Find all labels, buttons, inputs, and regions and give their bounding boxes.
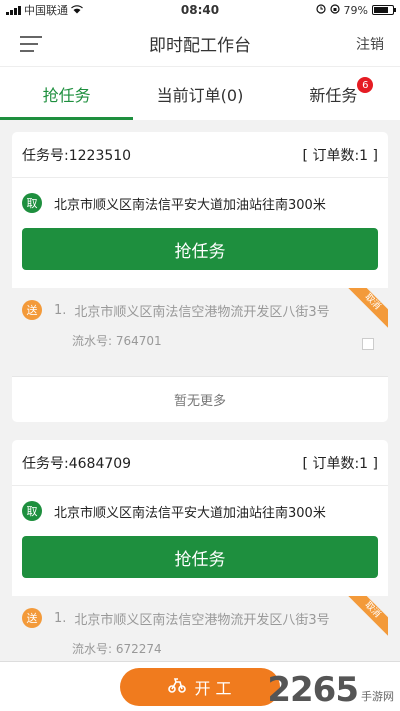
tab-grab-task[interactable]: 抢任务 bbox=[0, 67, 134, 120]
pickup-address: 北京市顺义区南法信平安大道加油站往南300米 bbox=[54, 197, 326, 213]
site-watermark: 2265 手游网 bbox=[267, 673, 394, 707]
watermark-brand: 2265 bbox=[267, 670, 359, 710]
pickup-address: 北京市顺义区南法信平安大道加油站往南300米 bbox=[54, 505, 326, 521]
app-header: 即时配工作台 注销 bbox=[0, 20, 400, 66]
battery-percent: 79% bbox=[343, 3, 368, 17]
no-more-label: 暂无更多 bbox=[12, 376, 388, 422]
tab-bar: 抢任务 当前订单(0) 新任务 6 bbox=[0, 66, 400, 120]
alarm-icon bbox=[315, 3, 326, 17]
page-title: 即时配工作台 bbox=[149, 35, 251, 56]
pickup-row: 取 北京市顺义区南法信平安大道加油站往南300米 bbox=[12, 178, 388, 228]
delivery-checkbox[interactable] bbox=[362, 338, 374, 350]
task-number: 任务号:4684709 bbox=[22, 455, 132, 472]
logout-button[interactable]: 注销 bbox=[356, 34, 384, 54]
tab-new-tasks[interactable]: 新任务 6 bbox=[267, 67, 400, 120]
wifi-icon bbox=[71, 4, 83, 17]
watermark-site: 手游网 bbox=[361, 690, 394, 703]
pickup-row: 取 北京市顺义区南法信平安大道加油站往南300米 bbox=[12, 486, 388, 536]
start-work-button[interactable]: 开 工 bbox=[120, 668, 280, 706]
bottom-bar: 开 工 2265 手游网 bbox=[0, 661, 400, 711]
task-number: 任务号:1223510 bbox=[22, 147, 132, 164]
cancel-ribbon-label: 取消 bbox=[348, 288, 388, 328]
delivery-tag: 送 bbox=[22, 608, 42, 628]
scooter-icon bbox=[168, 677, 187, 697]
delivery-address: 北京市顺义区南法信空港物流开发区八街3号 bbox=[74, 304, 330, 320]
tab-label: 新任务 bbox=[309, 85, 358, 105]
pickup-tag: 取 bbox=[22, 501, 42, 521]
tab-current-orders[interactable]: 当前订单(0) bbox=[133, 67, 266, 120]
status-bar: 中国联通 08:40 79% bbox=[0, 0, 400, 20]
cancel-ribbon-label: 取消 bbox=[348, 596, 388, 636]
delivery-tag: 送 bbox=[22, 300, 42, 320]
tab-label: 抢任务 bbox=[42, 85, 91, 105]
serial-number: 流水号: 764701 bbox=[72, 334, 162, 348]
delivery-address: 北京市顺义区南法信空港物流开发区八街3号 bbox=[74, 612, 330, 628]
cancel-ribbon: 取消 bbox=[348, 596, 388, 636]
orientation-lock-icon bbox=[329, 3, 340, 17]
grab-task-button[interactable]: 抢任务 bbox=[22, 536, 378, 578]
delivery-index: 1. bbox=[54, 302, 67, 318]
menu-icon[interactable] bbox=[20, 36, 42, 52]
order-count: [ 订单数:1 ] bbox=[302, 147, 378, 164]
task-card: 任务号:4684709 [ 订单数:1 ] 取 北京市顺义区南法信平安大道加油站… bbox=[12, 440, 388, 680]
battery-icon bbox=[372, 5, 396, 15]
serial-number: 流水号: 672274 bbox=[72, 642, 162, 656]
task-card-header: 任务号:4684709 [ 订单数:1 ] bbox=[12, 440, 388, 486]
cancel-ribbon: 取消 bbox=[348, 288, 388, 328]
delivery-item: 送 1. 北京市顺义区南法信空港物流开发区八街3号 流水号: 764701 取消 bbox=[12, 288, 388, 376]
carrier-name: 中国联通 bbox=[24, 4, 68, 17]
tab-label: 当前订单(0) bbox=[156, 85, 244, 105]
start-work-label: 开 工 bbox=[194, 679, 232, 698]
task-card-header: 任务号:1223510 [ 订单数:1 ] bbox=[12, 132, 388, 178]
new-task-badge: 6 bbox=[357, 77, 374, 93]
grab-task-button[interactable]: 抢任务 bbox=[22, 228, 378, 270]
order-count: [ 订单数:1 ] bbox=[302, 455, 378, 472]
task-card: 任务号:1223510 [ 订单数:1 ] 取 北京市顺义区南法信平安大道加油站… bbox=[12, 132, 388, 422]
delivery-index: 1. bbox=[54, 610, 67, 626]
signal-icon bbox=[6, 5, 21, 15]
pickup-tag: 取 bbox=[22, 193, 42, 213]
